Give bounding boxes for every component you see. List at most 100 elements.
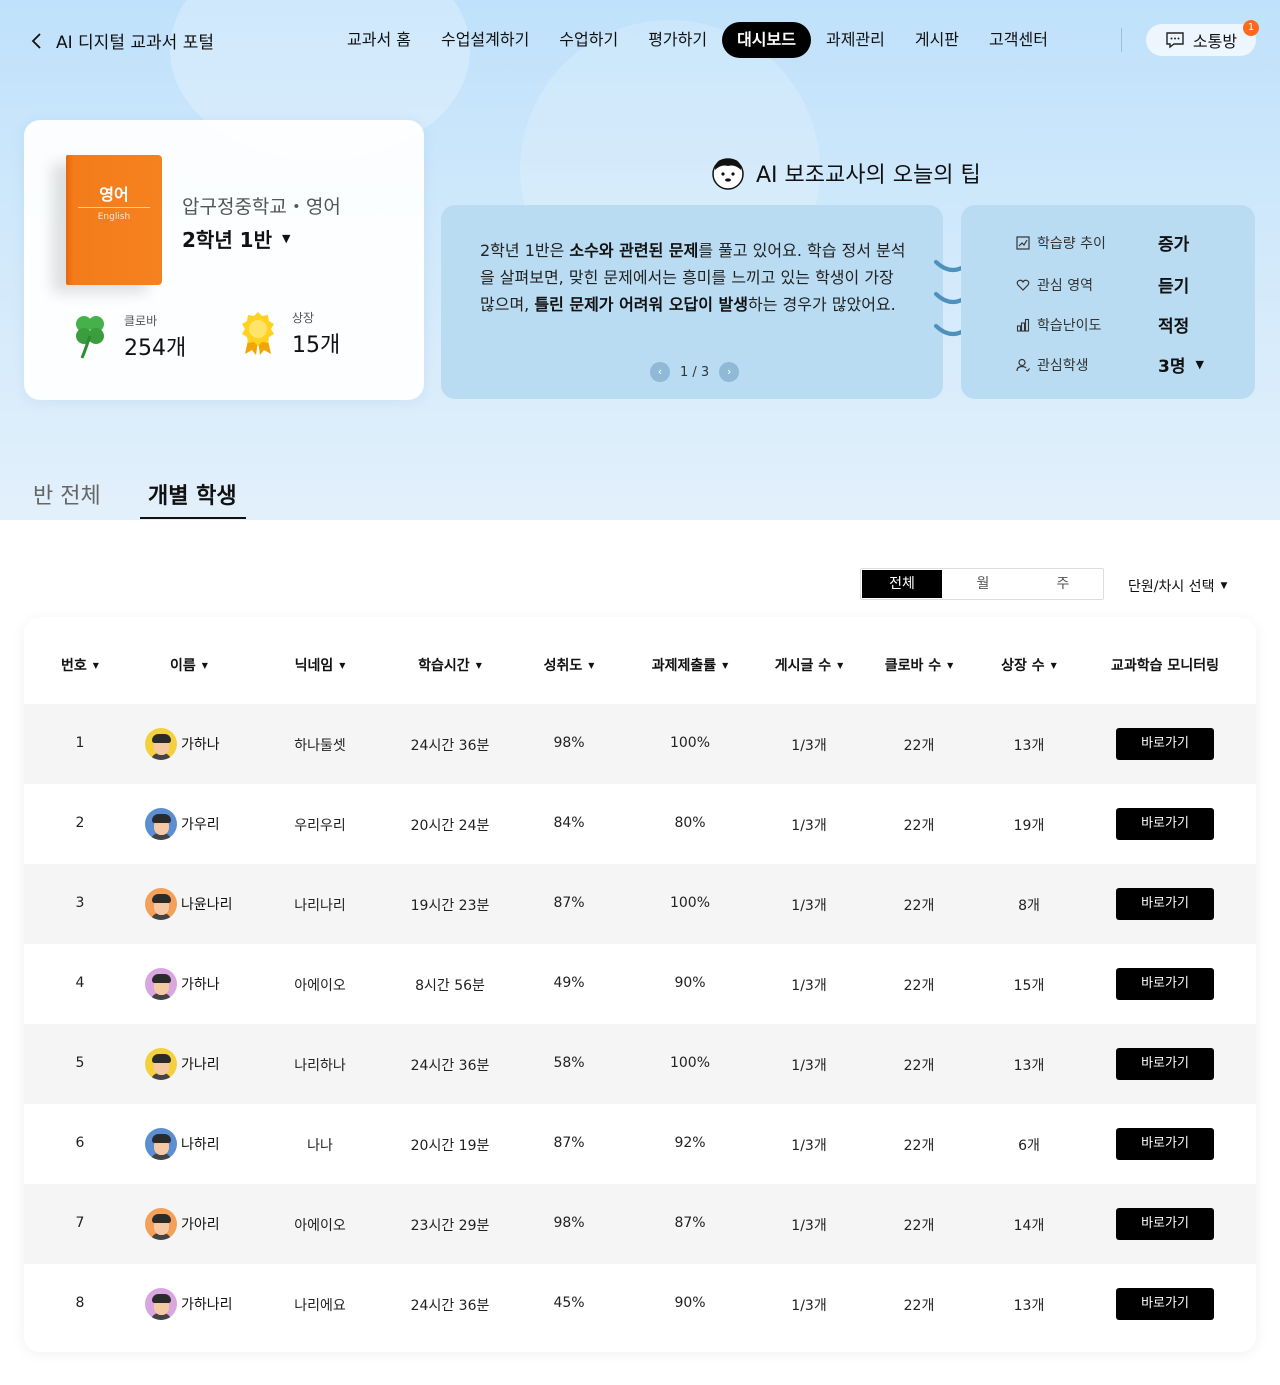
info-row-learning-difficulty: 학습난이도 적정	[1016, 312, 1236, 337]
info-row-learning-volume-trend: 학습량 추이 증가	[1016, 230, 1236, 255]
column-header-submission-rate[interactable]: 과제제출률 ▼	[652, 655, 729, 675]
cell-name: 나하리	[145, 1128, 220, 1160]
textbook-cover: 영어 English	[66, 155, 162, 285]
info-value[interactable]: 3명 ▼	[1158, 352, 1204, 377]
info-row-interest-area: 관심 영역 듣기	[1016, 272, 1236, 297]
column-header-name[interactable]: 이름 ▼	[170, 655, 208, 675]
go-to-monitoring-button[interactable]: 바로가기	[1116, 808, 1214, 840]
menu-item-customer-center[interactable]: 고객센터	[974, 22, 1063, 58]
info-label-text: 학습난이도	[1037, 317, 1102, 334]
column-header-study-time[interactable]: 학습시간 ▼	[418, 655, 482, 675]
textbook-card: 영어 English 압구정중학교・영어 2학년 1반 ▼ 클로바 254개 상…	[24, 120, 424, 400]
pager-prev-button[interactable]: ‹	[650, 362, 670, 382]
cell-achievement: 58%	[553, 1055, 585, 1071]
cell-study-time: 23시간 29분	[410, 1218, 490, 1234]
column-header-label: 학습시간	[418, 658, 470, 674]
tip-message-box: 2학년 1반은 소수와 관련된 문제를 풀고 있어요. 학습 정서 분석을 살펴…	[441, 205, 943, 399]
trend-icon	[1016, 235, 1030, 250]
menu-item-assignment-management[interactable]: 과제관리	[811, 22, 900, 58]
column-header-label: 상장 수	[1001, 658, 1045, 674]
tip-text-segment: 2학년 1반은	[480, 241, 570, 260]
caret-down-icon: ▼	[1195, 358, 1204, 371]
go-to-monitoring-button[interactable]: 바로가기	[1116, 1208, 1214, 1240]
cell-post-count: 1/3개	[791, 738, 827, 754]
go-to-monitoring-button[interactable]: 바로가기	[1116, 728, 1214, 760]
user-icon	[1016, 358, 1030, 372]
go-to-monitoring-button[interactable]: 바로가기	[1116, 1288, 1214, 1320]
menu-item-textbook-home[interactable]: 교과서 홈	[332, 22, 426, 58]
cell-achievement: 87%	[553, 895, 585, 911]
chat-badge: 1	[1243, 20, 1259, 36]
go-to-monitoring-button[interactable]: 바로가기	[1116, 968, 1214, 1000]
cell-award-count: 13개	[1013, 1058, 1045, 1074]
pager-next-button[interactable]: ›	[719, 362, 740, 382]
cell-achievement: 84%	[553, 815, 585, 831]
cell-post-count: 1/3개	[791, 978, 827, 994]
cell-study-time: 20시간 19분	[410, 1138, 490, 1154]
menu-item-bulletin-board[interactable]: 게시판	[900, 22, 974, 58]
table-header: 번호 ▼ 이름 ▼ 닉네임 ▼ 학습시간 ▼ 성취도 ▼ 과제제출률 ▼ 게시글 수 ▼ 클로바 수 ▼ 상장 …	[24, 617, 1256, 704]
column-header-achievement[interactable]: 성취도 ▼	[544, 655, 595, 675]
cell-submission-rate: 90%	[674, 1295, 706, 1311]
cell-submission-rate: 100%	[669, 1055, 711, 1071]
cell-clover-count: 22개	[903, 978, 935, 994]
avatar	[145, 968, 177, 1000]
column-header-post-count[interactable]: 게시글 수 ▼	[775, 655, 844, 675]
back-to-portal-link[interactable]: AI 디지털 교과서 포털	[28, 28, 214, 53]
sort-caret-icon: ▼	[475, 660, 482, 670]
table-row: 6 나나 20시간 19분 87% 92% 1/3개 22개 6개 나하리 바로가기	[24, 1104, 1256, 1184]
menu-item-lesson-design[interactable]: 수업설계하기	[426, 22, 544, 58]
menu-item-assessment[interactable]: 평가하기	[633, 22, 722, 58]
column-header-award-count[interactable]: 상장 수 ▼	[1001, 655, 1057, 675]
tip-highlight: 틀린 문제가 어려워 오답이 발생	[534, 295, 748, 314]
chat-room-button[interactable]: 소통방	[1146, 24, 1256, 56]
segment-all[interactable]: 전체	[862, 570, 942, 598]
menu-item-dashboard[interactable]: 대시보드	[722, 22, 811, 58]
tip-highlight: 소수와 관련된 문제	[569, 241, 699, 260]
portal-title: AI 디지털 교과서 포털	[56, 33, 214, 53]
go-to-monitoring-button[interactable]: 바로가기	[1116, 1128, 1214, 1160]
cell-study-time: 24시간 36분	[410, 1298, 490, 1314]
cell-number: 4	[75, 975, 85, 991]
column-header-label: 닉네임	[294, 658, 334, 674]
tab-individual-students[interactable]: 개별 학생	[148, 478, 237, 510]
go-to-monitoring-button[interactable]: 바로가기	[1116, 1048, 1214, 1080]
column-header-clover-count[interactable]: 클로바 수 ▼	[885, 655, 954, 675]
unit-select-label: 단원/차시 선택	[1128, 579, 1215, 595]
table-row: 1 하나둘셋 24시간 36분 98% 100% 1/3개 22개 13개 가하나 바로가기	[24, 704, 1256, 784]
student-name: 가우리	[181, 817, 220, 833]
school-subject: 압구정중학교・영어	[182, 196, 341, 218]
learning-summary-box: 학습량 추이 증가관심 영역 듣기학습난이도 적정관심학생 3명 ▼	[961, 205, 1255, 399]
avatar	[145, 1048, 177, 1080]
segment-week[interactable]: 주	[1023, 569, 1103, 599]
cell-clover-count: 22개	[903, 1138, 935, 1154]
cell-nickname: 나나	[307, 1138, 333, 1154]
cell-name: 가하나	[145, 728, 220, 760]
cell-nickname: 아에이오	[294, 1218, 346, 1234]
ai-assistant-icon	[712, 158, 744, 190]
student-name: 가하나	[181, 737, 220, 753]
go-to-monitoring-button[interactable]: 바로가기	[1116, 888, 1214, 920]
unit-lesson-select[interactable]: 단원/차시 선택 ▼	[1128, 576, 1227, 596]
cell-award-count: 8개	[1018, 898, 1040, 914]
info-label: 학습량 추이	[1016, 233, 1158, 253]
cell-award-count: 19개	[1013, 818, 1045, 834]
menu-item-teaching[interactable]: 수업하기	[544, 22, 633, 58]
info-value-text: 3명	[1158, 357, 1186, 377]
column-header-nickname[interactable]: 닉네임 ▼	[295, 655, 346, 675]
info-label-text: 관심학생	[1037, 357, 1089, 374]
column-header-number[interactable]: 번호 ▼	[61, 655, 99, 675]
info-value: 적정	[1158, 312, 1189, 337]
cell-achievement: 49%	[553, 975, 585, 991]
clover-label: 클로바	[124, 314, 158, 328]
class-selector[interactable]: 2학년 1반 ▼	[182, 224, 290, 253]
segment-month[interactable]: 월	[943, 569, 1023, 599]
info-label-text: 학습량 추이	[1037, 235, 1106, 252]
tab-whole-class[interactable]: 반 전체	[33, 478, 101, 510]
cell-achievement: 98%	[553, 1215, 585, 1231]
cell-award-count: 14개	[1013, 1218, 1045, 1234]
book-divider	[78, 207, 150, 208]
award-value: 15개	[292, 333, 341, 358]
cell-clover-count: 22개	[903, 898, 935, 914]
info-label: 학습난이도	[1016, 315, 1158, 335]
